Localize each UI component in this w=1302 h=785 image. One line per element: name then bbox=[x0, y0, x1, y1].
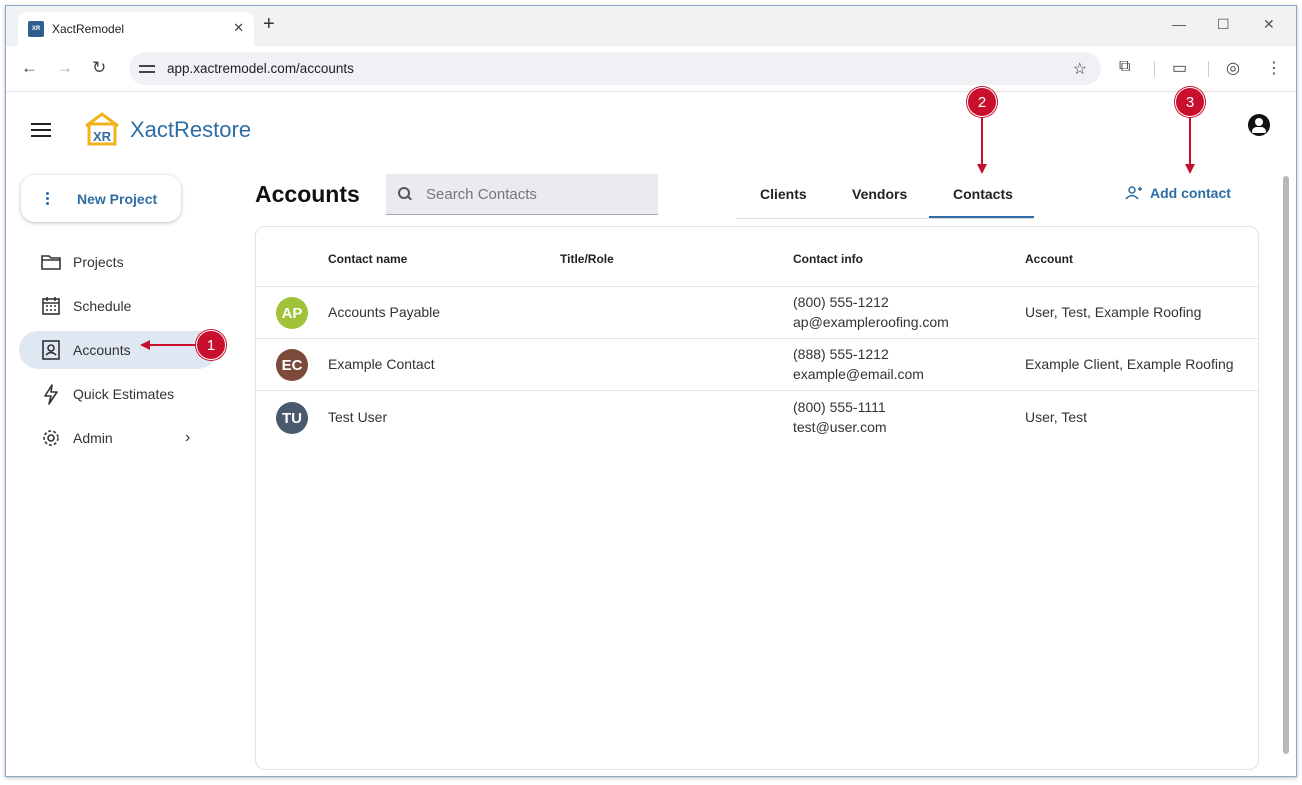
annotation-marker: 1 bbox=[196, 330, 226, 360]
annotation-arrows bbox=[140, 117, 1195, 350]
annotation-marker: 2 bbox=[967, 87, 997, 117]
annotation-marker: 3 bbox=[1175, 87, 1205, 117]
